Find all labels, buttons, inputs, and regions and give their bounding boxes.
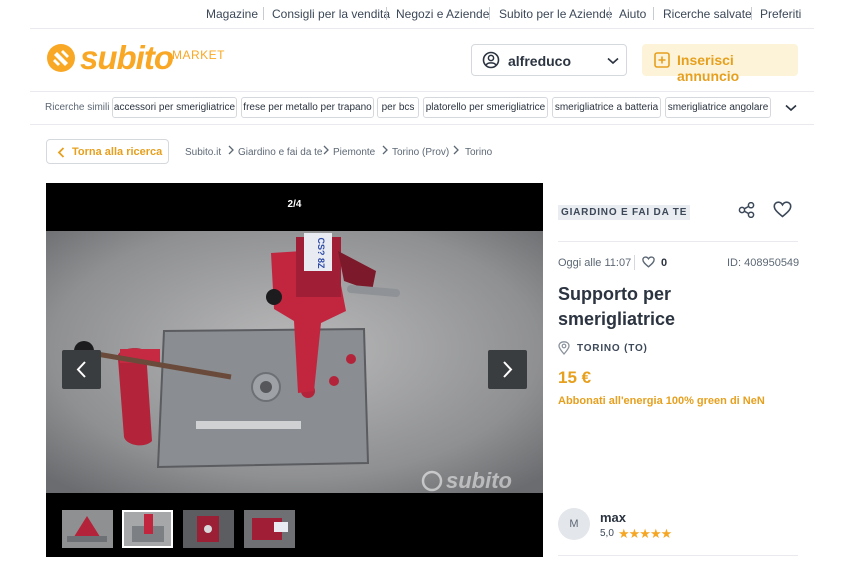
thumbnail-image <box>183 510 234 548</box>
seller-avatar[interactable]: M <box>558 508 590 540</box>
similar-bottom-divider <box>30 124 814 125</box>
panel-divider <box>558 555 798 556</box>
thumbnail-1[interactable] <box>62 510 113 548</box>
favorites-count: 0 <box>661 257 668 269</box>
divider <box>751 7 752 20</box>
divider <box>386 7 387 20</box>
thumbnail-image <box>244 510 295 548</box>
link-consigli-vendita[interactable]: Consigli per la vendita <box>272 7 390 21</box>
location-pin-icon <box>558 341 570 355</box>
user-menu-select[interactable]: alfreduco <box>471 44 627 76</box>
breadcrumb-torino-prov[interactable]: Torino (Prov) <box>392 147 449 158</box>
seller-name[interactable]: max <box>600 510 626 525</box>
divider <box>489 7 490 20</box>
insert-ad-button[interactable]: Inserisci annuncio <box>642 44 798 84</box>
logo-mark-icon <box>47 44 75 72</box>
breadcrumb-piemonte[interactable]: Piemonte <box>333 147 375 158</box>
image-counter: 2/4 <box>287 199 302 210</box>
insert-ad-label: Inserisci annuncio <box>677 52 740 84</box>
expand-chevron-icon[interactable] <box>785 104 797 112</box>
user-icon <box>482 51 500 69</box>
chevron-right-icon <box>453 145 459 155</box>
divider <box>634 255 635 270</box>
link-preferiti[interactable]: Preferiti <box>760 7 801 21</box>
plus-square-icon <box>654 52 670 68</box>
stamp-label: CS? 8Z <box>316 237 326 269</box>
heart-icon[interactable] <box>773 201 792 218</box>
chevron-down-icon <box>607 57 619 65</box>
ad-date: Oggi alle 11:07 <box>558 257 632 269</box>
chip-accessori-smerigliatrice[interactable]: accessori per smerigliatrice <box>112 97 237 118</box>
link-negozi-aziende[interactable]: Negozi e Aziende <box>396 7 489 21</box>
chip-smerigliatrice-batteria[interactable]: smerigliatrice a batteria <box>552 97 661 118</box>
rating-stars-icon: ★★★★★ <box>618 526 672 541</box>
panel-divider <box>558 241 798 242</box>
divider <box>653 7 654 20</box>
thumbnail-image <box>124 512 171 546</box>
seller-rating-value: 5,0 <box>600 528 614 539</box>
chevron-left-icon <box>76 361 86 378</box>
username-label: alfreduco <box>508 53 572 69</box>
breadcrumb-giardino[interactable]: Giardino e fai da te <box>238 147 323 158</box>
logo-market-label: MARKET <box>172 48 226 62</box>
top-links-bar: Magazine Consigli per la vendita Negozi … <box>0 0 868 28</box>
image-gallery: 2/4 CS? 8Z subito <box>46 183 543 557</box>
chevron-right-icon <box>228 145 234 155</box>
chevron-right-icon <box>503 361 513 378</box>
header-divider <box>30 28 814 29</box>
link-subito-aziende[interactable]: Subito per le Aziende <box>499 7 612 21</box>
main-product-photo[interactable]: CS? 8Z subito <box>46 231 543 493</box>
divider <box>609 7 610 20</box>
ad-id: ID: 408950549 <box>727 257 800 269</box>
link-ricerche-salvate[interactable]: Ricerche salvate <box>663 7 752 21</box>
chip-platorello[interactable]: platorello per smerigliatrice <box>423 97 548 118</box>
divider <box>263 7 264 20</box>
chip-smerigliatrice-angolare[interactable]: smerigliatrice angolare <box>665 97 771 118</box>
thumbnail-2[interactable] <box>122 510 173 548</box>
breadcrumb-torino[interactable]: Torino <box>465 147 492 158</box>
link-magazine[interactable]: Magazine <box>206 7 258 21</box>
prev-image-button[interactable] <box>62 350 101 389</box>
ad-location: TORINO (TO) <box>577 343 648 354</box>
link-aiuto[interactable]: Aiuto <box>619 7 646 21</box>
chevron-right-icon <box>382 145 388 155</box>
ad-title: Supporto per smerigliatrice <box>558 284 676 329</box>
product-photo-image: CS? 8Z subito <box>46 231 543 493</box>
category-badge[interactable]: GIARDINO E FAI DA TE <box>558 205 691 220</box>
favorites-heart-icon <box>642 256 655 268</box>
chip-frese-metallo[interactable]: frese per metallo per trapano <box>241 97 374 118</box>
breadcrumb-subito[interactable]: Subito.it <box>185 147 221 158</box>
back-to-search-button[interactable]: Torna alla ricerca <box>46 139 169 164</box>
chevron-right-icon <box>323 145 329 155</box>
next-image-button[interactable] <box>488 350 527 389</box>
thumbnail-3[interactable] <box>183 510 234 548</box>
similar-top-divider <box>30 91 814 92</box>
ad-price: 15 € <box>558 368 592 387</box>
share-icon[interactable] <box>738 202 756 218</box>
promo-link[interactable]: Abbonati all'energia 100% green di NeN <box>558 395 765 407</box>
similar-searches-label: Ricerche simili <box>45 102 110 113</box>
thumbnail-image <box>62 510 113 548</box>
thumbnail-4[interactable] <box>244 510 295 548</box>
logo-wordmark: subito <box>80 39 174 76</box>
watermark-text: subito <box>446 468 512 493</box>
chevron-left-icon <box>57 147 65 158</box>
back-to-search-label: Torna alla ricerca <box>72 146 163 158</box>
chip-per-bcs[interactable]: per bcs <box>377 97 419 118</box>
